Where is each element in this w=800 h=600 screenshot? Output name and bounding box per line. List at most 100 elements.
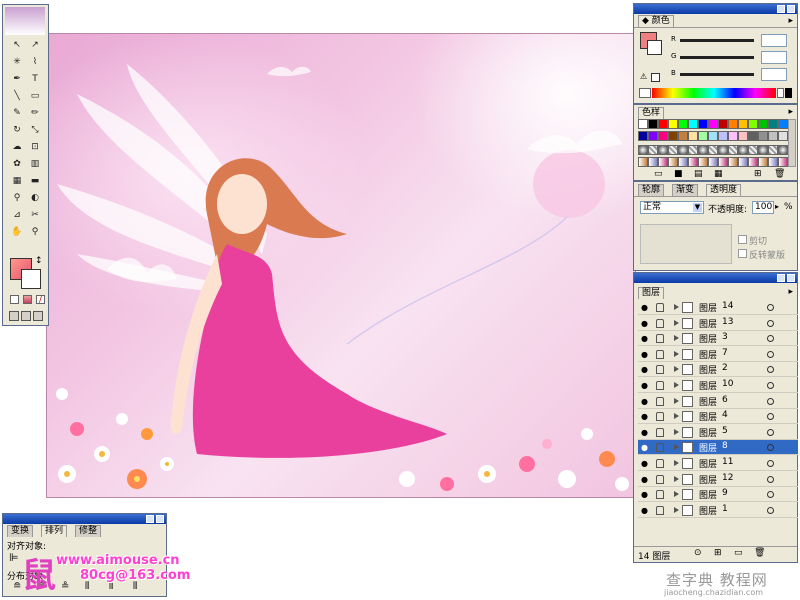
expand-triangle-icon[interactable] [674,491,679,498]
eye-icon[interactable]: ● [640,350,649,359]
pattern-swatch-cell[interactable] [768,145,778,155]
swatch-cell[interactable] [728,119,738,129]
tab-swatches[interactable]: 色样 [638,107,665,119]
swatch-cell[interactable] [748,119,758,129]
swatch-cell[interactable] [678,131,688,141]
swatch-cell[interactable] [678,119,688,129]
target-icon[interactable] [767,304,774,311]
target-icon[interactable] [767,366,774,374]
tab-align[interactable]: 排列 [41,525,68,537]
screen-mode-full-button[interactable] [33,311,43,321]
swatch-cell[interactable] [658,131,668,141]
gradient-swatch-cell[interactable] [718,157,728,167]
pattern-swatch-cell[interactable] [638,145,648,155]
expand-triangle-icon[interactable] [674,319,679,326]
clip-checkbox[interactable] [738,235,747,244]
swatches-scrollbar[interactable] [788,119,796,167]
lock-icon[interactable] [656,365,664,375]
tab-color[interactable]: ◆ 颜色 [638,15,674,27]
eye-icon[interactable]: ● [640,475,649,484]
target-icon[interactable] [767,319,774,327]
swatch-cell[interactable] [638,119,648,129]
expand-triangle-icon[interactable] [674,475,679,482]
channel-input-b[interactable] [761,68,787,81]
color-panel-titlebar[interactable] [634,4,797,14]
show-pattern-swatches-icon[interactable]: ▦ [714,169,723,179]
pencil-icon[interactable]: ✏ [29,107,41,119]
swap-colors-icon[interactable]: ↕ [35,256,43,266]
swatch-cell[interactable] [778,131,788,141]
swatch-cell[interactable] [698,119,708,129]
pattern-swatch-cell[interactable] [678,145,688,155]
rectangle-icon[interactable]: ▭ [29,90,41,102]
lock-icon[interactable] [656,303,664,312]
layer-row[interactable]: ● 图层 3 [638,331,798,347]
gradient-swatch-cell[interactable] [738,157,748,167]
gradient-swatch-cell[interactable] [708,157,718,167]
show-all-swatches-icon[interactable]: ▭ [654,169,663,179]
layer-row[interactable]: ● 图层 9 [638,487,798,503]
eye-icon[interactable]: ● [640,381,649,390]
swatch-cell[interactable] [638,131,648,141]
target-icon[interactable] [767,475,774,483]
swatch-cell[interactable] [748,131,758,141]
layer-row[interactable]: ● 图层 1 [638,503,798,518]
pattern-swatch-cell[interactable] [708,145,718,155]
lock-icon[interactable] [656,334,664,344]
close-icon[interactable] [787,5,795,13]
gradient-swatch-cell[interactable] [668,157,678,167]
new-layer-icon[interactable]: ▭ [734,548,743,558]
lasso-icon[interactable]: ⌇ [29,56,41,68]
pattern-swatch-cell[interactable] [748,145,758,155]
new-swatch-icon[interactable]: ⊞ [754,169,762,179]
gradient-swatch-cell[interactable] [688,157,698,167]
symbol-sprayer-icon[interactable]: ✿ [11,158,23,170]
expand-triangle-icon[interactable] [674,350,679,357]
mesh-icon[interactable]: ▦ [11,175,23,187]
gradient-swatch-cell[interactable] [698,157,708,167]
expand-triangle-icon[interactable] [674,382,679,388]
pattern-swatch-cell[interactable] [688,145,698,155]
target-icon[interactable] [767,428,774,436]
show-color-swatches-icon[interactable]: ■ [674,169,683,179]
target-icon[interactable] [767,444,774,452]
blend-icon[interactable]: ◐ [29,192,41,204]
tab-pathfinder[interactable]: 修整 [75,525,102,537]
swatch-cell[interactable] [688,131,698,141]
target-icon[interactable] [767,350,774,358]
layer-row[interactable]: ● 图层 12 [638,472,798,487]
swatch-cell[interactable] [758,131,768,141]
eye-icon[interactable]: ● [640,428,649,437]
layer-row[interactable]: ● 图层 4 [638,409,798,425]
panel-menu-icon[interactable]: ▸ [788,107,793,117]
target-icon[interactable] [767,491,774,499]
target-icon[interactable] [767,506,774,514]
target-icon[interactable] [767,460,774,467]
scale-icon[interactable]: ⤡ [29,124,41,136]
distribute-bottom-icon[interactable]: ≗ [61,581,69,592]
swatch-cell[interactable] [708,131,718,141]
selection-icon[interactable]: ↖ [11,39,23,51]
swatch-cell[interactable] [718,119,728,129]
screen-mode-full-menu-button[interactable] [21,311,31,321]
swatch-cell[interactable] [728,131,738,141]
color-spectrum-bar[interactable] [652,88,776,98]
type-icon[interactable]: T [29,73,41,85]
swatch-cell[interactable] [768,131,778,141]
channel-input-g[interactable] [761,51,787,64]
channel-slider-g[interactable] [680,56,754,59]
paintbrush-icon[interactable]: ✎ [11,107,23,119]
color-mode-button[interactable] [10,295,19,304]
gradient-swatch-cell[interactable] [758,157,768,167]
target-icon[interactable] [767,335,774,343]
target-icon[interactable] [767,413,774,421]
lock-icon[interactable] [656,396,664,406]
pattern-swatch-cell[interactable] [738,145,748,155]
eye-icon[interactable]: ● [640,459,649,468]
expand-triangle-icon[interactable] [674,397,679,404]
eye-icon[interactable]: ● [640,490,649,499]
layer-row[interactable]: ● 图层 11 [638,456,798,471]
channel-slider-b[interactable] [680,73,754,76]
pattern-swatch-cell[interactable] [758,145,768,155]
eye-icon[interactable]: ● [640,334,649,343]
